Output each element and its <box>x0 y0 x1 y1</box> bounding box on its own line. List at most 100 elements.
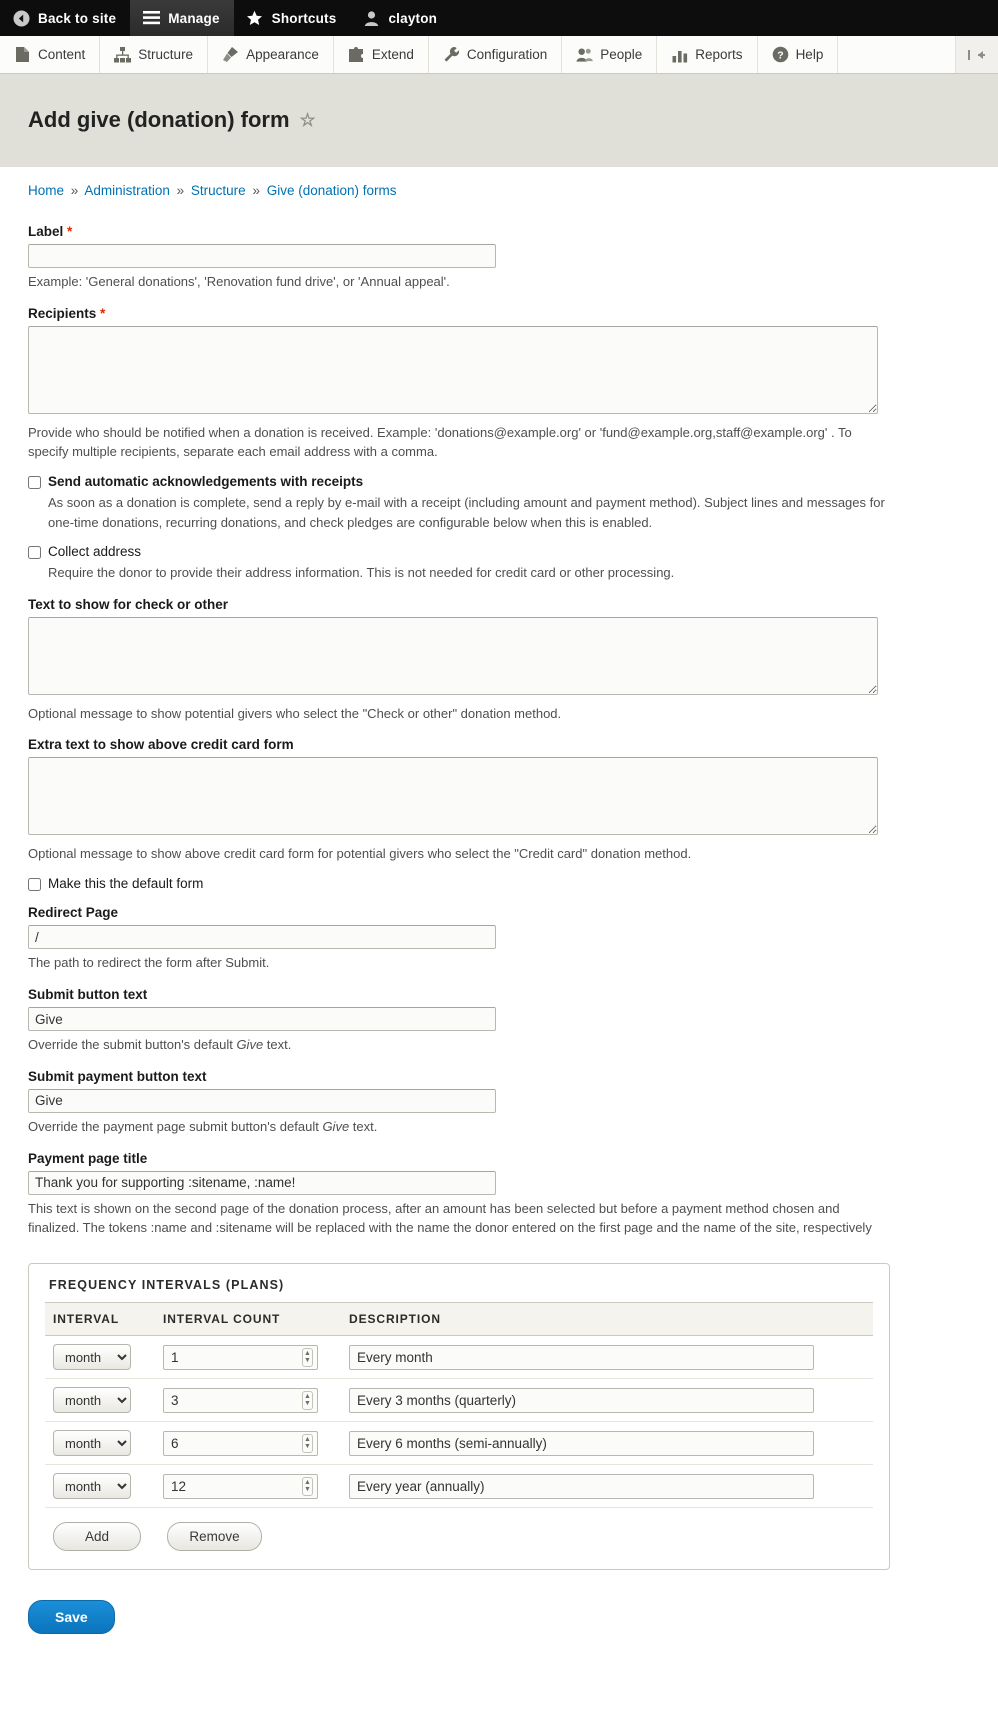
menu-item-structure[interactable]: Structure <box>100 36 209 73</box>
back-to-site-button[interactable]: Back to site <box>0 0 130 36</box>
interval-count-input[interactable] <box>163 1430 318 1456</box>
cell-description <box>341 1421 873 1466</box>
submit-payment-button-text-description: Override the payment page submit button'… <box>28 1118 890 1137</box>
column-header-interval-count: INTERVAL COUNT <box>155 1302 341 1337</box>
question-mark-icon: ? <box>772 46 789 63</box>
interval-description-input[interactable] <box>349 1473 814 1499</box>
shortcuts-tab[interactable]: Shortcuts <box>234 0 351 36</box>
cell-interval: month <box>45 1378 155 1423</box>
credit-card-text-textarea[interactable] <box>28 757 878 836</box>
submit-payment-button-text-input[interactable] <box>28 1088 496 1113</box>
menu-item-configuration[interactable]: Configuration <box>429 36 563 73</box>
menu-item-extend[interactable]: Extend <box>334 36 429 73</box>
label-text: Recipients <box>28 306 97 322</box>
recipients-description: Provide who should be notified when a do… <box>28 425 852 460</box>
menu-spacer <box>838 36 956 73</box>
person-icon <box>362 9 380 27</box>
field-redirect-page: Redirect Page The path to redirect the f… <box>28 905 970 973</box>
label-text: Label <box>28 224 64 240</box>
number-stepper-icon[interactable]: ▲ ▼ <box>302 1433 313 1453</box>
breadcrumb-link-home[interactable]: Home <box>28 183 64 198</box>
page-title: Add give (donation) form ☆ <box>28 107 970 133</box>
check-text-textarea[interactable] <box>28 616 878 695</box>
label-input[interactable] <box>28 244 496 269</box>
auto-acknowledgements-checkbox[interactable] <box>28 476 41 489</box>
cell-interval-count: ▲▼ <box>155 1378 341 1423</box>
payment-page-title-input[interactable] <box>28 1170 496 1195</box>
admin-menu-bar: Content Structure Appearance Extend Conf… <box>0 36 998 74</box>
collect-address-description: Require the donor to provide their addre… <box>48 565 675 580</box>
desc-part-before: Override the payment page submit button'… <box>28 1118 323 1134</box>
collect-address-checkbox[interactable] <box>28 546 41 559</box>
interval-count-input[interactable] <box>163 1473 318 1499</box>
menu-item-content[interactable]: Content <box>0 36 101 73</box>
table-header-row: INTERVAL INTERVAL COUNT DESCRIPTION <box>45 1302 873 1337</box>
collapse-toolbar-icon[interactable] <box>956 36 998 73</box>
breadcrumb-link-administration[interactable]: Administration <box>84 183 170 198</box>
remove-interval-button[interactable]: Remove <box>167 1522 262 1552</box>
user-menu[interactable]: clayton <box>350 0 451 36</box>
menu-item-appearance[interactable]: Appearance <box>208 36 334 73</box>
interval-count-input[interactable] <box>163 1387 318 1413</box>
interval-description-input[interactable] <box>349 1344 814 1370</box>
add-interval-button[interactable]: Add <box>53 1522 141 1552</box>
frequency-intervals-table: INTERVAL INTERVAL COUNT DESCRIPTION mont… <box>45 1302 873 1509</box>
manage-tab[interactable]: Manage <box>130 0 234 36</box>
submit-button-text-description: Override the submit button's default Giv… <box>28 1036 890 1055</box>
menu-item-reports[interactable]: Reports <box>657 36 758 73</box>
default-form-checkbox[interactable] <box>28 878 41 892</box>
save-button[interactable]: Save <box>28 1600 115 1635</box>
auto-acknowledgements-label: Send automatic acknowledgements with rec… <box>48 474 364 489</box>
redirect-page-input[interactable] <box>28 925 496 950</box>
field-collect-address[interactable]: Collect address <box>28 544 970 559</box>
column-header-interval: INTERVAL <box>45 1302 155 1337</box>
puzzle-icon <box>348 46 365 63</box>
cell-description <box>341 1335 873 1380</box>
cell-interval-count: ▲▼ <box>155 1335 341 1380</box>
people-icon <box>576 46 594 63</box>
required-marker: * <box>67 224 73 240</box>
redirect-page-label: Redirect Page <box>28 905 119 921</box>
credit-card-text-label: Extra text to show above credit card for… <box>28 737 294 753</box>
menu-item-label: People <box>600 47 643 62</box>
breadcrumb-separator: » <box>176 183 185 199</box>
cell-interval-count: ▲▼ <box>155 1421 341 1466</box>
breadcrumb-link-structure[interactable]: Structure <box>191 183 246 198</box>
interval-select[interactable]: month <box>53 1344 131 1371</box>
submit-button-text-input[interactable] <box>28 1007 496 1032</box>
desc-part-after: text. <box>263 1037 292 1053</box>
column-header-description: DESCRIPTION <box>341 1302 873 1337</box>
interval-select[interactable]: month <box>53 1430 131 1457</box>
menu-item-label: Content <box>38 47 86 62</box>
interval-count-input[interactable] <box>163 1344 318 1370</box>
number-stepper-icon[interactable]: ▲ ▼ <box>302 1390 313 1410</box>
recipients-textarea[interactable] <box>28 326 878 415</box>
desc-part-em: Give <box>236 1037 264 1053</box>
give-form: Label * Example: 'General donations', 'R… <box>0 204 998 1674</box>
payment-page-title-description: This text is shown on the second page of… <box>28 1200 872 1235</box>
number-stepper-icon[interactable]: ▲ ▼ <box>302 1476 313 1496</box>
page-title-text: Add give (donation) form <box>28 106 290 132</box>
manage-label: Manage <box>168 10 220 26</box>
sitemap-icon <box>114 46 132 63</box>
collect-address-label: Collect address <box>48 544 142 559</box>
interval-select[interactable]: month <box>53 1473 131 1500</box>
interval-select[interactable]: month <box>53 1387 131 1414</box>
field-auto-acknowledgements[interactable]: Send automatic acknowledgements with rec… <box>28 474 970 489</box>
admin-toolbar: Back to site Manage Shortcuts clayton <box>0 0 998 36</box>
svg-text:?: ? <box>777 49 783 61</box>
interval-description-input[interactable] <box>349 1387 814 1413</box>
number-stepper-icon[interactable]: ▲ ▼ <box>302 1347 313 1367</box>
menu-item-people[interactable]: People <box>562 36 658 73</box>
shortcuts-label: Shortcuts <box>271 10 337 26</box>
frequency-intervals-fieldset: FREQUENCY INTERVALS (PLANS) INTERVAL INT… <box>28 1263 890 1571</box>
desc-part-before: Override the submit button's default <box>28 1037 237 1053</box>
field-default-form[interactable]: Make this the default form <box>28 876 970 892</box>
menu-item-help[interactable]: ? Help <box>758 36 839 73</box>
credit-card-text-description: Optional message to show above credit ca… <box>28 846 692 862</box>
table-row: month ▲▼ <box>45 1378 873 1423</box>
interval-description-input[interactable] <box>349 1430 814 1456</box>
favorite-star-icon[interactable]: ☆ <box>300 111 316 129</box>
star-icon <box>246 9 264 27</box>
breadcrumb-link-give-forms[interactable]: Give (donation) forms <box>267 183 397 198</box>
